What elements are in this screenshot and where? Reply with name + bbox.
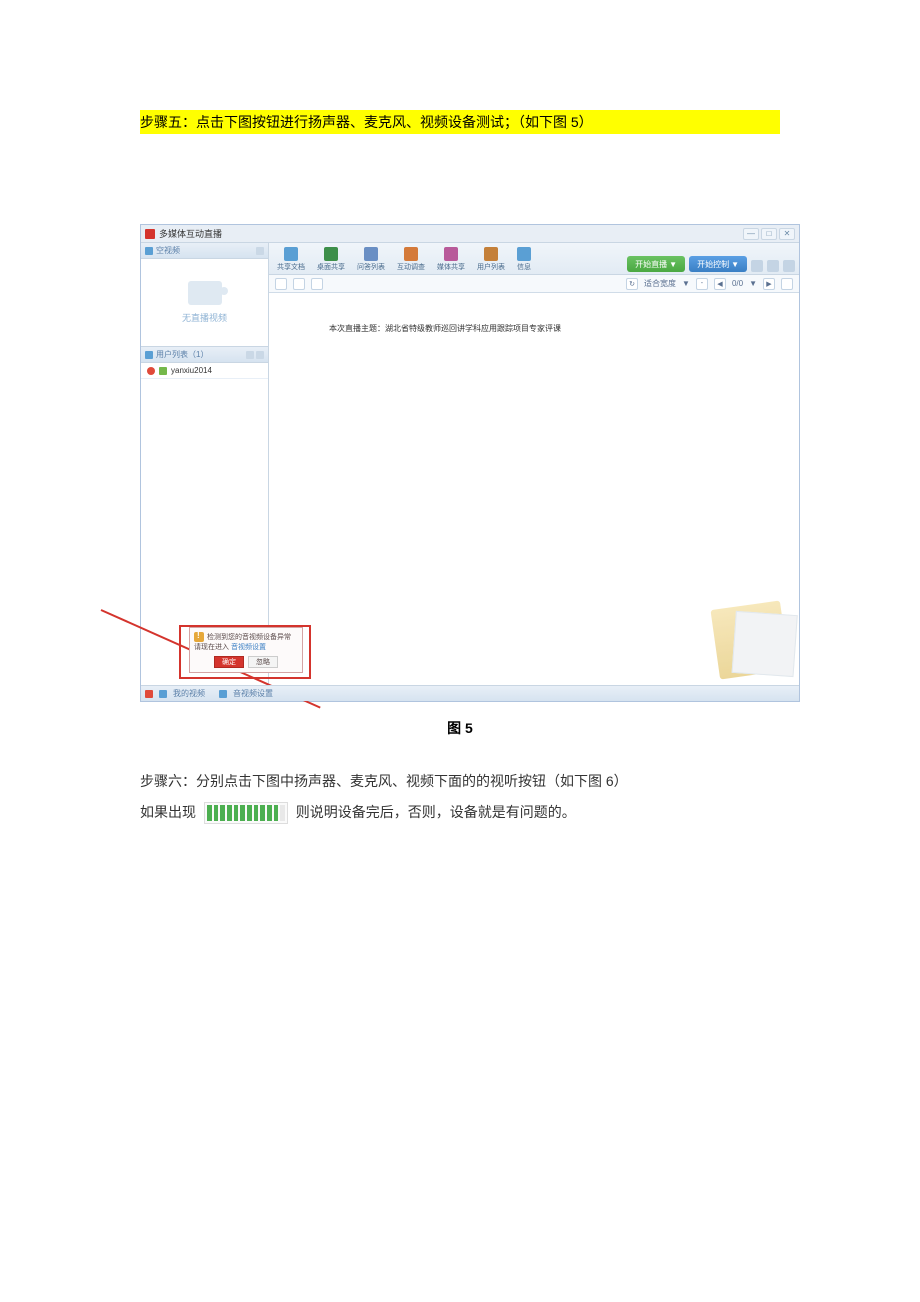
toolbar-info[interactable]: 信息 [513, 247, 535, 272]
toolbar-media-share[interactable]: 媒体共享 [433, 247, 469, 272]
user-icon [159, 367, 167, 375]
settings-tab-icon [219, 690, 227, 698]
userlist-panel-header: 用户列表（1） [141, 347, 268, 363]
close-button[interactable]: ✕ [779, 228, 795, 240]
av-settings-link[interactable]: 音视频设置 [231, 644, 266, 651]
step6-suffix: 则说明设备完后，否则，设备就是有问题的。 [296, 804, 576, 820]
step5-text: 步骤五：点击下图按钮进行扬声器、麦克风、视频设备测试；（如下图 5） [140, 114, 593, 130]
save-icon[interactable] [293, 278, 305, 290]
app-window: 多媒体互动直播 — □ ✕ 空视频 无直播视频 [140, 224, 800, 702]
popup-ignore-button[interactable]: 忽略 [248, 656, 278, 668]
qa-icon [364, 247, 378, 261]
toolbar-survey[interactable]: 互动调查 [393, 247, 429, 272]
panel-control-icon[interactable] [246, 351, 254, 359]
vu-meter-icon [204, 802, 288, 824]
userlist-title: 用户列表（1） [156, 349, 208, 360]
next-page-button[interactable]: ▶ [763, 278, 775, 290]
minimize-button[interactable]: — [743, 228, 759, 240]
document-subbar: ↻ 适合宽度 ▼ - ◀ 0/0 ▼ ▶ [269, 275, 799, 293]
no-video-text: 无直播视频 [182, 311, 227, 324]
maximize-button[interactable]: □ [761, 228, 777, 240]
titlebar: 多媒体互动直播 — □ ✕ [141, 225, 799, 243]
users-icon [145, 351, 153, 359]
dropdown-arrow-icon[interactable]: ▼ [682, 279, 690, 288]
device-warning-popup: 检测到您的音视频设备异常 请现在进入 音视频设置 确定 忽略 [189, 627, 303, 673]
panel-control-icon[interactable] [256, 247, 264, 255]
main-toolbar: 共享文档 桌面共享 问答列表 互动调查 媒体共享 用户列表 信息 开始直播▼ 开… [269, 243, 799, 275]
prev-page-button[interactable]: ◀ [714, 278, 726, 290]
zoom-out-button[interactable]: - [696, 278, 708, 290]
nav-refresh-icon[interactable]: ↻ [626, 278, 638, 290]
video-tab-icon [159, 690, 167, 698]
user-list-item[interactable]: yanxiu2014 [141, 363, 268, 379]
content-area: 本次直播主题：湖北省特级教师巡回讲学科应用跟踪项目专家评课 [269, 293, 799, 689]
broadcast-topic: 本次直播主题：湖北省特级教师巡回讲学科应用跟踪项目专家评课 [329, 324, 561, 333]
username: yanxiu2014 [171, 366, 212, 375]
step5-heading: 步骤五：点击下图按钮进行扬声器、麦克风、视频设备测试；（如下图 5） [140, 110, 780, 134]
open-file-icon[interactable] [275, 278, 287, 290]
figure-caption: 图 5 [140, 718, 780, 738]
panel-control-icon[interactable] [256, 351, 264, 359]
display-icon[interactable] [767, 260, 779, 272]
camera-icon [145, 247, 153, 255]
av-settings-tab[interactable]: 音视频设置 [233, 688, 273, 699]
step6-line1: 步骤六：分别点击下图中扬声器、麦克风、视频下面的的视听按钮（如下图 6） [140, 766, 780, 797]
my-video-tab[interactable]: 我的视频 [173, 688, 205, 699]
document-illustration-icon [710, 600, 789, 679]
toolbar-qa-list[interactable]: 问答列表 [353, 247, 389, 272]
start-control-button[interactable]: 开始控制▼ [689, 256, 747, 272]
page-indicator: 0/0 [732, 279, 743, 288]
print-icon[interactable] [311, 278, 323, 290]
warning-icon [194, 632, 204, 642]
window-title: 多媒体互动直播 [159, 227, 222, 240]
toolbar-share-doc[interactable]: 共享文档 [273, 247, 309, 272]
start-broadcast-button[interactable]: 开始直播▼ [627, 256, 685, 272]
settings-icon[interactable] [783, 260, 795, 272]
desktop-icon [324, 247, 338, 261]
survey-icon [404, 247, 418, 261]
popup-line1: 检测到您的音视频设备异常 [194, 632, 298, 642]
toolbar-share-desktop[interactable]: 桌面共享 [313, 247, 349, 272]
record-icon [145, 690, 153, 698]
step6-paragraph: 步骤六：分别点击下图中扬声器、麦克风、视频下面的的视听按钮（如下图 6） 如果出… [140, 766, 780, 828]
app-logo-icon [145, 229, 155, 239]
video-panel-title: 空视频 [156, 245, 180, 256]
fit-width-label[interactable]: 适合宽度 [644, 278, 676, 289]
doc-icon [284, 247, 298, 261]
page-dropdown-icon[interactable]: ▼ [749, 279, 757, 288]
video-panel-header: 空视频 [141, 243, 268, 259]
popup-line2-prefix: 请现在进入 [194, 644, 231, 651]
status-icon [147, 367, 155, 375]
media-icon [444, 247, 458, 261]
left-sidebar: 空视频 无直播视频 用户列表（1） yanxiu2014 [141, 243, 269, 689]
bottom-bar: 我的视频 音视频设置 [141, 685, 799, 701]
fullscreen-icon[interactable] [781, 278, 793, 290]
camera-placeholder-icon [188, 281, 222, 305]
popup-ok-button[interactable]: 确定 [214, 656, 244, 668]
userlist-icon [484, 247, 498, 261]
toolbar-userlist[interactable]: 用户列表 [473, 247, 509, 272]
refresh-icon[interactable] [751, 260, 763, 272]
video-placeholder: 无直播视频 [141, 259, 268, 347]
info-icon [517, 247, 531, 261]
step6-prefix: 如果出现 [140, 804, 196, 820]
